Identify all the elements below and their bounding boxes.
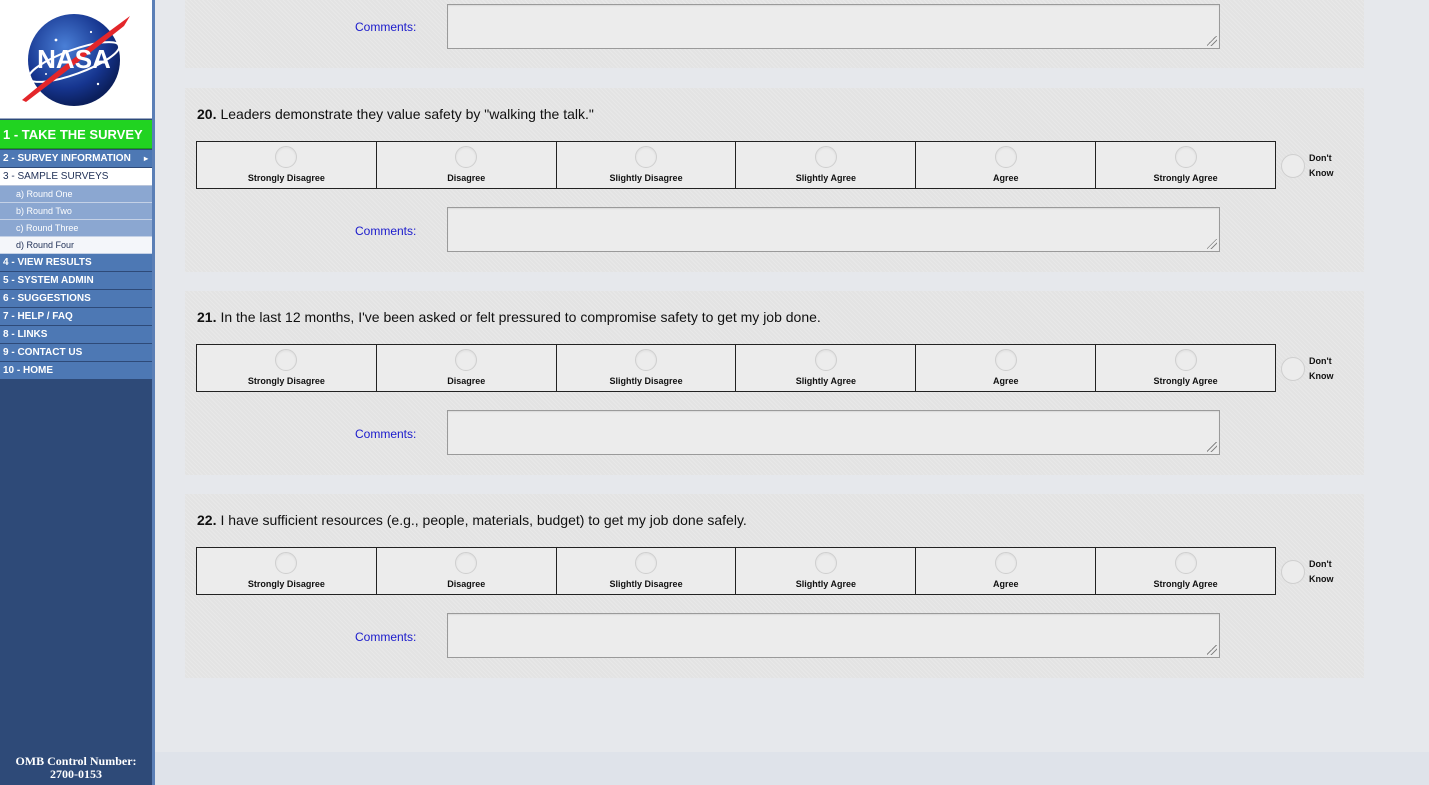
option-agree[interactable]: Agree — [916, 345, 1097, 391]
radio-button[interactable] — [635, 146, 658, 168]
option-slightly-agree[interactable]: Slightly Agree — [736, 548, 917, 594]
radio-button[interactable] — [814, 552, 837, 574]
option-slightly-disagree[interactable]: Slightly Disagree — [557, 548, 737, 594]
option-agree[interactable]: Agree — [916, 142, 1097, 188]
menu-item-system-admin[interactable]: 5 - SYSTEM ADMIN — [0, 272, 152, 290]
radio-button[interactable] — [275, 552, 298, 574]
svg-text:NASA: NASA — [37, 44, 111, 74]
menu-item-help-faq[interactable]: 7 - HELP / FAQ — [0, 308, 152, 326]
menu-item-home[interactable]: 10 - HOME — [0, 362, 152, 380]
menu-item-round-three[interactable]: c) Round Three — [0, 220, 152, 237]
option-agree[interactable]: Agree — [916, 548, 1097, 594]
dont-know-label: Don't Know — [1309, 356, 1334, 381]
menu-item-survey-information[interactable]: 2 - SURVEY INFORMATION ▸ — [0, 150, 152, 168]
option-slightly-agree[interactable]: Slightly Agree — [736, 345, 917, 391]
radio-button[interactable] — [814, 146, 837, 168]
resize-grip-icon[interactable] — [1207, 239, 1217, 249]
dont-know-radio[interactable] — [1281, 560, 1305, 584]
likert-scale-22: Strongly Disagree Disagree Slightly Disa… — [196, 547, 1276, 595]
dont-know-label: Don't Know — [1309, 559, 1334, 584]
comments-label: Comments: — [355, 427, 417, 441]
menu-item-view-results[interactable]: 4 - VIEW RESULTS — [0, 254, 152, 272]
dont-know-label: Don't Know — [1309, 153, 1334, 178]
dont-know-radio[interactable] — [1281, 154, 1305, 178]
question-20-panel: 20. Leaders demonstrate they value safety… — [185, 88, 1364, 272]
omb-control-number: OMB Control Number: 2700-0153 — [0, 755, 152, 781]
option-strongly-agree[interactable]: Strongly Agree — [1096, 142, 1275, 188]
question-20-text: 20. Leaders demonstrate they value safety… — [197, 106, 594, 122]
menu-item-round-one[interactable]: a) Round One — [0, 186, 152, 203]
menu-item-sample-surveys[interactable]: 3 - SAMPLE SURVEYS — [0, 168, 152, 186]
radio-button[interactable] — [994, 552, 1017, 574]
comments-label: Comments: — [355, 630, 417, 644]
question-21-panel: 21. In the last 12 months, I've been aske… — [185, 291, 1364, 475]
question-22-text: 22. I have sufficient resources (e.g., pe… — [197, 512, 747, 528]
radio-button[interactable] — [635, 552, 658, 574]
radio-button[interactable] — [275, 349, 298, 371]
radio-button[interactable] — [994, 146, 1017, 168]
comments-label: Comments: — [355, 20, 417, 34]
comments-textarea-19[interactable] — [447, 4, 1220, 49]
resize-grip-icon[interactable] — [1207, 645, 1217, 655]
option-strongly-disagree[interactable]: Strongly Disagree — [197, 548, 377, 594]
option-slightly-disagree[interactable]: Slightly Disagree — [557, 345, 737, 391]
likert-scale-20: Strongly Disagree Disagree Slightly Disa… — [196, 141, 1276, 189]
comments-textarea-21[interactable] — [447, 410, 1220, 455]
comments-label: Comments: — [355, 224, 417, 238]
option-slightly-agree[interactable]: Slightly Agree — [736, 142, 917, 188]
radio-button[interactable] — [1174, 349, 1197, 371]
radio-button[interactable] — [814, 349, 837, 371]
menu-item-suggestions[interactable]: 6 - SUGGESTIONS — [0, 290, 152, 308]
radio-button[interactable] — [455, 552, 478, 574]
menu-item-round-four[interactable]: d) Round Four — [0, 237, 152, 254]
likert-scale-21: Strongly Disagree Disagree Slightly Disa… — [196, 344, 1276, 392]
sidebar: NASA 1 - TAKE THE SURVEY 2 - SURVEY INFO… — [0, 0, 155, 785]
radio-button[interactable] — [1174, 146, 1197, 168]
radio-button[interactable] — [455, 146, 478, 168]
radio-button[interactable] — [635, 349, 658, 371]
resize-grip-icon[interactable] — [1207, 36, 1217, 46]
option-disagree[interactable]: Disagree — [377, 345, 557, 391]
option-strongly-agree[interactable]: Strongly Agree — [1096, 345, 1275, 391]
comments-textarea-22[interactable] — [447, 613, 1220, 658]
resize-grip-icon[interactable] — [1207, 442, 1217, 452]
omb-value: 2700-0153 — [50, 767, 102, 781]
option-disagree[interactable]: Disagree — [377, 548, 557, 594]
option-slightly-disagree[interactable]: Slightly Disagree — [557, 142, 737, 188]
option-strongly-disagree[interactable]: Strongly Disagree — [197, 142, 377, 188]
radio-button[interactable] — [994, 349, 1017, 371]
footer-band — [155, 752, 1429, 785]
option-disagree[interactable]: Disagree — [377, 142, 557, 188]
sidebar-menu: 2 - SURVEY INFORMATION ▸ 3 - SAMPLE SURVE… — [0, 150, 152, 380]
option-strongly-disagree[interactable]: Strongly Disagree — [197, 345, 377, 391]
take-survey-link[interactable]: 1 - TAKE THE SURVEY — [0, 120, 152, 149]
question-19-panel: Comments: — [185, 0, 1364, 68]
menu-item-round-two[interactable]: b) Round Two — [0, 203, 152, 220]
chevron-right-icon: ▸ — [143, 154, 148, 163]
radio-button[interactable] — [275, 146, 298, 168]
menu-item-links[interactable]: 8 - LINKS — [0, 326, 152, 344]
option-strongly-agree[interactable]: Strongly Agree — [1096, 548, 1275, 594]
menu-item-contact-us[interactable]: 9 - CONTACT US — [0, 344, 152, 362]
radio-button[interactable] — [1174, 552, 1197, 574]
comments-textarea-20[interactable] — [447, 207, 1220, 252]
radio-button[interactable] — [455, 349, 478, 371]
question-22-panel: 22. I have sufficient resources (e.g., pe… — [185, 494, 1364, 678]
dont-know-radio[interactable] — [1281, 357, 1305, 381]
nasa-logo[interactable]: NASA — [0, 0, 152, 119]
question-21-text: 21. In the last 12 months, I've been aske… — [197, 309, 821, 325]
nasa-meatball-icon: NASA — [22, 14, 130, 106]
